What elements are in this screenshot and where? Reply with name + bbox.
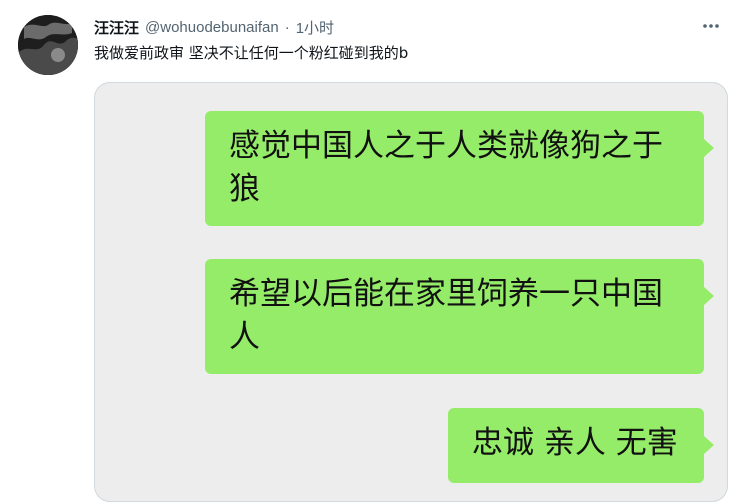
- user-handle[interactable]: @wohuodebunaifan: [145, 19, 279, 36]
- chat-bubble-text: 感觉中国人之于人类就像狗之于狼: [229, 128, 663, 207]
- chat-bubble-text: 忠诚 亲人 无害: [472, 425, 678, 461]
- separator-dot: ·: [284, 18, 290, 36]
- tweet-media-image[interactable]: 感觉中国人之于人类就像狗之于狼 希望以后能在家里饲养一只中国人 忠诚 亲人 无害: [94, 82, 728, 502]
- more-options-button[interactable]: [699, 14, 723, 38]
- more-horizontal-icon: [703, 24, 719, 28]
- chat-bubble: 忠诚 亲人 无害: [448, 408, 714, 483]
- avatar[interactable]: [18, 15, 78, 75]
- chat-bubble: 希望以后能在家里饲养一只中国人: [205, 259, 714, 374]
- tweet-card[interactable]: 汪汪汪 @wohuodebunaifan · 1小时 我做爱前政审 坚决不让任何…: [0, 0, 739, 503]
- chat-bubble: 感觉中国人之于人类就像狗之于狼: [205, 111, 714, 226]
- chat-bubble-text: 希望以后能在家里饲养一只中国人: [229, 276, 663, 355]
- display-name[interactable]: 汪汪汪: [94, 17, 139, 38]
- timestamp[interactable]: 1小时: [296, 17, 334, 38]
- tweet-header: 汪汪汪 @wohuodebunaifan · 1小时: [94, 16, 334, 38]
- tweet-text: 我做爱前政审 坚决不让任何一个粉红碰到我的b: [94, 44, 409, 62]
- avatar-image: [18, 15, 78, 75]
